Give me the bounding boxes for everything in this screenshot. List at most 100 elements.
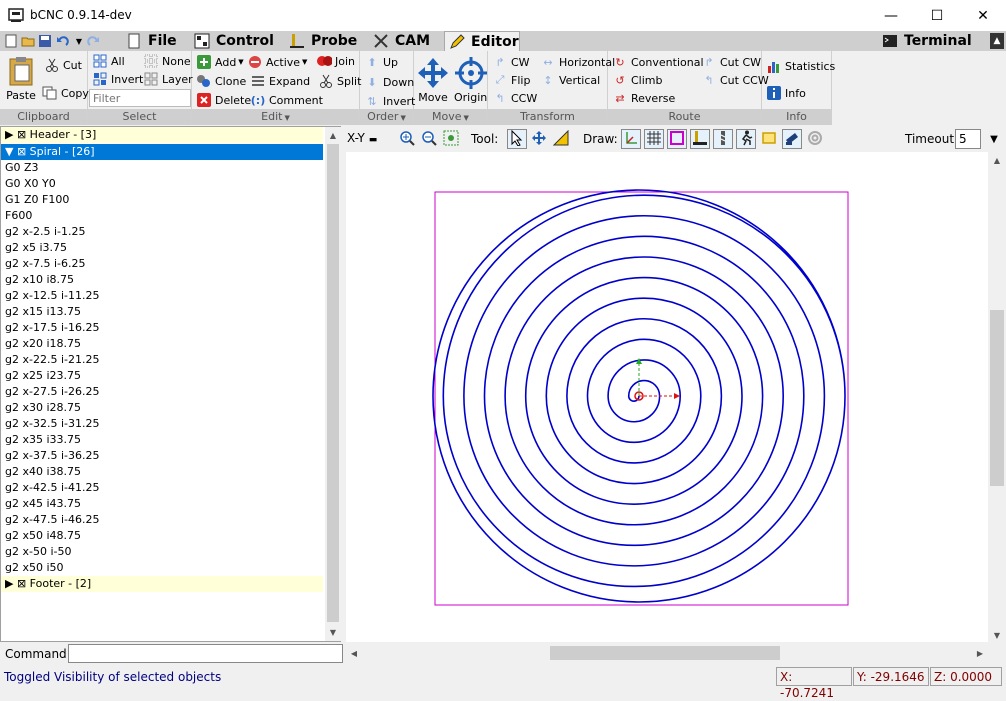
select-layer-button[interactable]: Layer [143, 71, 193, 87]
pan-tool-button[interactable] [529, 129, 549, 149]
canvas-vscroll-thumb[interactable] [990, 310, 1004, 486]
gcode-line[interactable]: G0 Z3 [5, 160, 39, 176]
tab-terminal[interactable]: Terminal [878, 31, 972, 51]
mirror-horizontal-button[interactable]: ↔ Horizontal [540, 54, 615, 70]
draw-camera-toggle[interactable] [782, 129, 802, 149]
gcode-line[interactable]: g2 x-17.5 i-16.25 [5, 320, 99, 336]
gcode-line[interactable]: g2 x-2.5 i-1.25 [5, 224, 85, 240]
ruler-tool-button[interactable] [551, 129, 571, 149]
rotate-cw-button[interactable]: ↱ CW [492, 54, 529, 70]
gcode-line[interactable]: g2 x5 i3.75 [5, 240, 67, 256]
active-button[interactable]: Active ▼ [247, 54, 307, 70]
canvas-horizontal-scrollbar[interactable]: ◀ ▶ [346, 644, 988, 662]
draw-refresh-button[interactable] [805, 129, 825, 149]
block-spiral[interactable]: ▼ ⊠ Spiral - [26] [1, 144, 323, 160]
reverse-button[interactable]: ⇄ Reverse [612, 90, 675, 106]
cut-button[interactable]: Cut [44, 57, 82, 73]
gcode-line[interactable]: G1 Z0 F100 [5, 192, 69, 208]
drawing-canvas[interactable] [346, 152, 988, 642]
canvas-scroll-up[interactable]: ▲ [989, 152, 1005, 168]
undo-icon[interactable] [54, 33, 70, 49]
canvas-vertical-scrollbar[interactable]: ▲ ▼ [988, 152, 1006, 644]
gcode-line[interactable]: g2 x15 i13.75 [5, 304, 81, 320]
close-button[interactable]: ✕ [960, 0, 1006, 31]
view-select[interactable]: X-Y ▬ [347, 131, 377, 145]
rotate-ccw-button[interactable]: ↰ CCW [492, 90, 537, 106]
gcode-line[interactable]: g2 x40 i38.75 [5, 464, 81, 480]
gcode-line[interactable]: g2 x-7.5 i-6.25 [5, 256, 85, 272]
block-header[interactable]: ▶ ⊠ Header - [3] [1, 127, 323, 143]
order-invert-button[interactable]: ⇅ Invert [364, 93, 415, 109]
gcode-line[interactable]: g2 x50 i50 [5, 560, 64, 576]
tab-cam[interactable]: CAM [369, 31, 430, 51]
scroll-down-arrow[interactable]: ▼ [325, 624, 341, 640]
paste-button[interactable]: Paste [5, 55, 37, 102]
canvas-scroll-down[interactable]: ▼ [989, 627, 1005, 643]
gcode-line[interactable]: g2 x20 i18.75 [5, 336, 81, 352]
block-footer[interactable]: ▶ ⊠ Footer - [2] [1, 576, 323, 592]
tab-probe[interactable]: Probe [285, 31, 357, 51]
tab-control[interactable]: Control [190, 31, 274, 51]
gcode-line[interactable]: g2 x-27.5 i-26.25 [5, 384, 99, 400]
draw-axes-toggle[interactable] [621, 129, 641, 149]
gcode-line[interactable]: g2 x-12.5 i-11.25 [5, 288, 99, 304]
zoom-in-button[interactable] [397, 129, 417, 149]
zoom-out-button[interactable] [419, 129, 439, 149]
redo-icon[interactable] [86, 33, 102, 49]
canvas-scroll-right[interactable]: ▶ [972, 645, 988, 661]
zoom-fit-button[interactable] [441, 129, 461, 149]
tree-scroll-thumb[interactable] [327, 144, 339, 622]
gcode-line[interactable]: g2 x30 i28.75 [5, 400, 81, 416]
tab-editor[interactable]: Editor [444, 31, 520, 51]
draw-probe-toggle[interactable] [690, 129, 710, 149]
order-down-button[interactable]: ⬇ Down [364, 74, 414, 90]
gcode-line[interactable]: G0 X0 Y0 [5, 176, 56, 192]
draw-grid-toggle[interactable] [644, 129, 664, 149]
cut-ccw-button[interactable]: ↰ Cut CCW [701, 72, 768, 88]
clone-button[interactable]: Clone [196, 73, 246, 89]
comment-button[interactable]: (:) Comment [250, 92, 323, 108]
draw-margins-toggle[interactable] [667, 129, 687, 149]
gcode-line[interactable]: g2 x50 i48.75 [5, 528, 81, 544]
split-button[interactable]: Split [318, 73, 361, 89]
delete-button[interactable]: Delete [196, 92, 251, 108]
tab-file[interactable]: File [122, 31, 177, 51]
undo-dropdown-icon[interactable]: ▼ [71, 33, 87, 49]
command-input[interactable] [68, 644, 343, 663]
expand-button[interactable]: Expand [250, 73, 310, 89]
move-button[interactable]: Move [417, 57, 449, 104]
select-none-button[interactable]: None [143, 53, 191, 69]
select-all-button[interactable]: All [92, 53, 125, 69]
gcode-line[interactable]: g2 x-50 i-50 [5, 544, 71, 560]
climb-button[interactable]: ↺ Climb [612, 72, 662, 88]
new-file-icon[interactable] [3, 33, 19, 49]
flip-button[interactable]: ⤢ Flip [492, 72, 531, 88]
gcode-tree[interactable]: ▶ ⊠ Header - [3] ▼ ⊠ Spiral - [26] G0 Z3… [0, 126, 341, 642]
gcode-line[interactable]: F600 [5, 208, 32, 224]
info-button[interactable]: Info [766, 85, 806, 101]
statistics-button[interactable]: Statistics [766, 58, 835, 74]
gcode-line[interactable]: g2 x-47.5 i-46.25 [5, 512, 99, 528]
gcode-line[interactable]: g2 x25 i23.75 [5, 368, 81, 384]
draw-paths-toggle[interactable] [759, 129, 779, 149]
tree-scrollbar[interactable]: ▲ ▼ [325, 127, 341, 641]
cut-cw-button[interactable]: ↱ Cut CW [701, 54, 761, 70]
canvas-scroll-left[interactable]: ◀ [346, 645, 362, 661]
scroll-up-arrow[interactable]: ▲ [325, 127, 341, 143]
gcode-line[interactable]: g2 x45 i43.75 [5, 496, 81, 512]
conventional-button[interactable]: ↻ Conventional [612, 54, 703, 70]
ribbon-collapse-button[interactable]: ▲ [990, 33, 1004, 49]
timeout-input[interactable]: 5 [955, 129, 981, 149]
save-icon[interactable] [37, 33, 53, 49]
gcode-line[interactable]: g2 x-37.5 i-36.25 [5, 448, 99, 464]
canvas-hscroll-thumb[interactable] [550, 646, 780, 660]
origin-button[interactable]: Origin [454, 57, 487, 104]
gcode-line[interactable]: g2 x35 i33.75 [5, 432, 81, 448]
add-button[interactable]: Add ▼ [196, 54, 244, 70]
timeout-dropdown-icon[interactable]: ▼ [984, 129, 1004, 149]
draw-workarea-toggle[interactable] [713, 129, 733, 149]
select-invert-button[interactable]: Invert [92, 71, 143, 87]
order-up-button[interactable]: ⬆ Up [364, 54, 398, 70]
copy-button[interactable]: Copy [42, 85, 89, 101]
gcode-line[interactable]: g2 x-22.5 i-21.25 [5, 352, 99, 368]
